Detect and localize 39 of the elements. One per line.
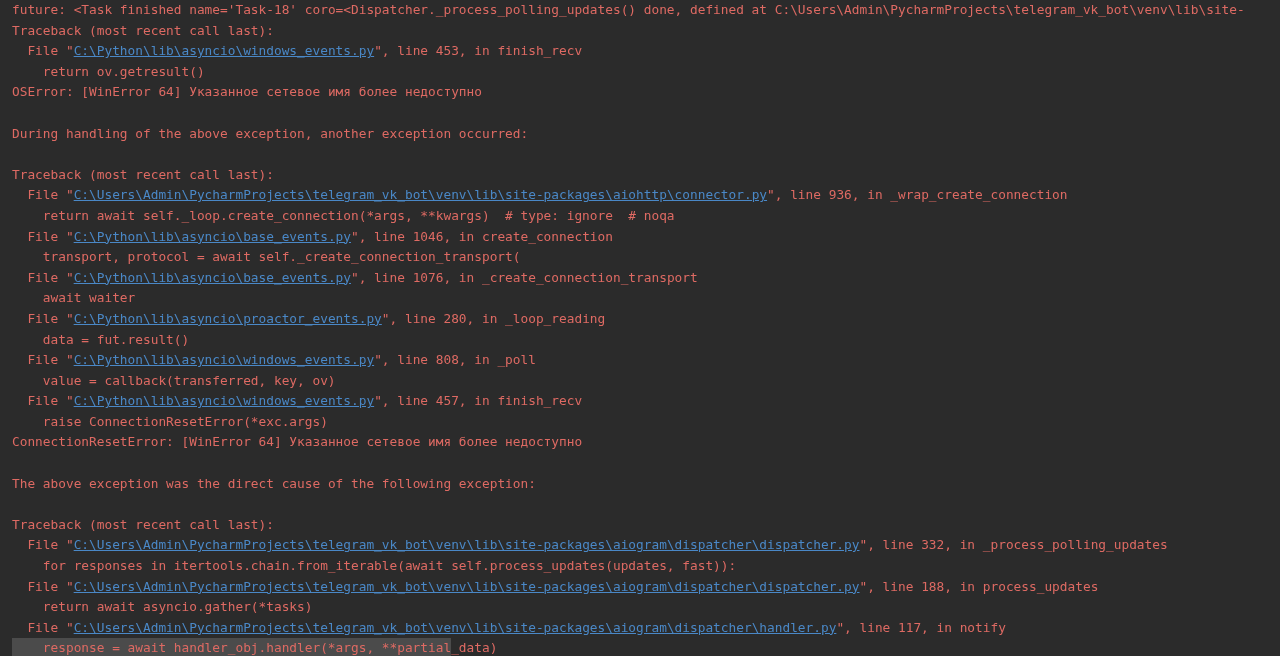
traceback-text: future: <Task finished name='Task-18' coro=<Dispatcher._process_polling_updates() done, defined at C:\Users\Admin\PycharmProjects\telegram_vk_bot\venv\lib\site- <box>12 1 1245 19</box>
frame-line: File "C:\Users\Admin\PycharmProjects\telegram_vk_bot\venv\lib\site-packages\aiogram\dispatcher\handler.py", line 117, in notify <box>27 618 1006 637</box>
frame-line: File "C:\Python\lib\asyncio\proactor_events.py", line 280, in _loop_reading <box>27 309 606 328</box>
code-text: return ov.getresult() <box>42 62 205 81</box>
frame-line: File "C:\Python\lib\asyncio\base_events.py", line 1076, in _create_connection_transport <box>27 268 698 287</box>
traceback-text: The above exception was the direct cause of the following exception: <box>12 474 536 493</box>
frame-line: File "C:\Python\lib\asyncio\windows_events.py", line 457, in finish_recv <box>27 392 583 411</box>
code-text: await waiter <box>42 289 136 308</box>
file-link[interactable]: C:\Users\Admin\PycharmProjects\telegram_vk_bot\venv\lib\site-packages\aiogram\dispatcher\handler.py <box>73 619 837 635</box>
file-link[interactable]: C:\Users\Admin\PycharmProjects\telegram_vk_bot\venv\lib\site-packages\aiogram\dispatcher\dispatcher.py <box>73 537 860 553</box>
code-text: return await self._loop.create_connection(*args, **kwargs) # type: ignore # noqa <box>42 206 675 225</box>
code-text: return await asyncio.gather(*tasks) <box>42 598 313 617</box>
file-link[interactable]: C:\Users\Admin\PycharmProjects\telegram_vk_bot\venv\lib\site-packages\aiohttp\connector.py <box>73 187 768 203</box>
traceback-text: Traceback (most recent call last): <box>12 165 274 184</box>
code-text: data = fut.result() <box>42 330 190 349</box>
traceback-text: Traceback (most recent call last): <box>12 515 274 534</box>
code-text: transport, protocol = await self._create_connection_transport( <box>42 248 521 267</box>
file-link[interactable]: C:\Python\lib\asyncio\base_events.py <box>73 228 351 244</box>
traceback-text: ConnectionResetError: [WinError 64] Указанное сетевое имя более недоступно <box>12 433 583 452</box>
frame-line: File "C:\Users\Admin\PycharmProjects\telegram_vk_bot\venv\lib\site-packages\aiogram\dispatcher\dispatcher.py", line 188, in process_updates <box>27 577 1099 596</box>
file-link[interactable]: C:\Python\lib\asyncio\windows_events.py <box>73 352 375 368</box>
file-link[interactable]: C:\Users\Admin\PycharmProjects\telegram_vk_bot\venv\lib\site-packages\aiogram\dispatcher\dispatcher.py <box>73 578 860 594</box>
frame-line: File "C:\Python\lib\asyncio\base_events.py", line 1046, in create_connection <box>27 227 613 246</box>
code-text: _data) <box>451 639 498 656</box>
traceback-text: During handling of the above exception, another exception occurred: <box>12 124 529 143</box>
frame-line: File "C:\Python\lib\asyncio\windows_events.py", line 453, in finish_recv <box>27 42 583 61</box>
file-link[interactable]: C:\Python\lib\asyncio\proactor_events.py <box>73 310 382 326</box>
frame-line: File "C:\Python\lib\asyncio\windows_events.py", line 808, in _poll <box>27 351 536 370</box>
selected-code-text: response = await handler_obj.handler(*args, **partial <box>12 638 452 656</box>
code-text: value = callback(transferred, key, ov) <box>42 371 336 390</box>
file-link[interactable]: C:\Python\lib\asyncio\windows_events.py <box>73 43 375 59</box>
frame-line: File "C:\Users\Admin\PycharmProjects\telegram_vk_bot\venv\lib\site-packages\aiohttp\connector.py", line 936, in _wrap_create_connection <box>27 186 1068 205</box>
file-link[interactable]: C:\Python\lib\asyncio\base_events.py <box>73 269 351 285</box>
code-text: raise ConnectionResetError(*exc.args) <box>42 412 328 431</box>
traceback-text: OSError: [WinError 64] Указанное сетевое имя более недоступно <box>12 83 482 102</box>
code-text: for responses in itertools.chain.from_iterable(await self.process_updates(updates, fast)): <box>42 557 737 576</box>
frame-line: File "C:\Users\Admin\PycharmProjects\telegram_vk_bot\venv\lib\site-packages\aiogram\dispatcher\dispatcher.py", line 332, in _process_polling_updates <box>27 536 1168 555</box>
file-link[interactable]: C:\Python\lib\asyncio\windows_events.py <box>73 393 375 409</box>
traceback-text: Traceback (most recent call last): <box>12 21 274 40</box>
